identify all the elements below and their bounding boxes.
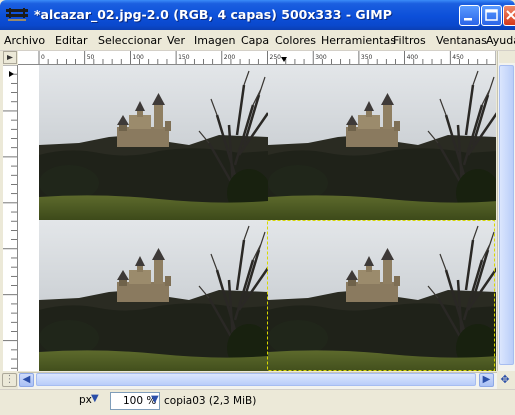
scroll-left-button[interactable]: ◀ <box>19 373 34 387</box>
gimp-icon[interactable] <box>6 8 28 22</box>
image-canvas[interactable] <box>39 65 496 371</box>
menu-capa[interactable]: Capa <box>241 34 269 47</box>
menu-archivo[interactable]: Archivo <box>4 34 45 47</box>
zoom-fit-icon[interactable]: ✥ <box>497 373 513 387</box>
maximize-button[interactable] <box>481 5 502 26</box>
chevron-down-icon[interactable]: ▼ <box>151 394 159 405</box>
layer-info-label: copia03 (2,3 MiB) <box>164 395 257 407</box>
menu-ventanas[interactable]: Ventanas <box>436 34 487 47</box>
menu-filtros[interactable]: Filtros <box>393 34 426 47</box>
navigate-icon[interactable] <box>499 51 515 63</box>
horizontal-ruler[interactable]: 050100150200250300350400450500 <box>18 51 510 65</box>
menu-herramientas[interactable]: Herramientas <box>321 34 396 47</box>
menu-ver[interactable]: Ver <box>167 34 185 47</box>
ruler-label: 450 <box>452 54 464 61</box>
unit-selector[interactable]: px ▼ <box>75 392 105 409</box>
chevron-down-icon[interactable]: ▼ <box>91 393 99 404</box>
vertical-scrollbar[interactable] <box>497 51 515 371</box>
ruler-label: 150 <box>178 54 190 61</box>
unit-value: px <box>79 394 92 406</box>
ruler-label: 250 <box>270 54 282 61</box>
menu-imagen[interactable]: Imagen <box>194 34 235 47</box>
minimize-button[interactable] <box>459 5 480 26</box>
ruler-label: 300 <box>315 54 327 61</box>
ruler-label: 50 <box>87 54 95 61</box>
ruler-label: 100 <box>132 54 144 61</box>
scroll-right-button[interactable]: ▶ <box>479 373 494 387</box>
ruler-corner-button[interactable] <box>3 51 17 64</box>
menu-bar: Archivo Editar Seleccionar Ver Imagen Ca… <box>0 30 515 51</box>
window-title: *alcazar_02.jpg-2.0 (RGB, 4 capas) 500x3… <box>34 7 392 22</box>
ruler-label: 350 <box>361 54 373 61</box>
menu-ayuda[interactable]: Ayuda <box>486 34 515 47</box>
menu-seleccionar[interactable]: Seleccionar <box>98 34 162 47</box>
menu-colores[interactable]: Colores <box>275 34 316 47</box>
menu-editar[interactable]: Editar <box>55 34 88 47</box>
zoom-combo[interactable]: 100 % ▼ <box>110 392 160 410</box>
ruler-label: 0 <box>41 54 45 61</box>
vertical-ruler[interactable] <box>3 64 18 371</box>
horizontal-scroll-thumb[interactable] <box>36 373 476 386</box>
close-button[interactable] <box>503 5 515 26</box>
ruler-label: 400 <box>407 54 419 61</box>
quick-mask-toggle-icon[interactable]: ⋮ <box>2 373 17 387</box>
ruler-pointer-marker <box>9 71 14 77</box>
vertical-scroll-thumb[interactable] <box>499 65 514 365</box>
ruler-label: 200 <box>224 54 236 61</box>
